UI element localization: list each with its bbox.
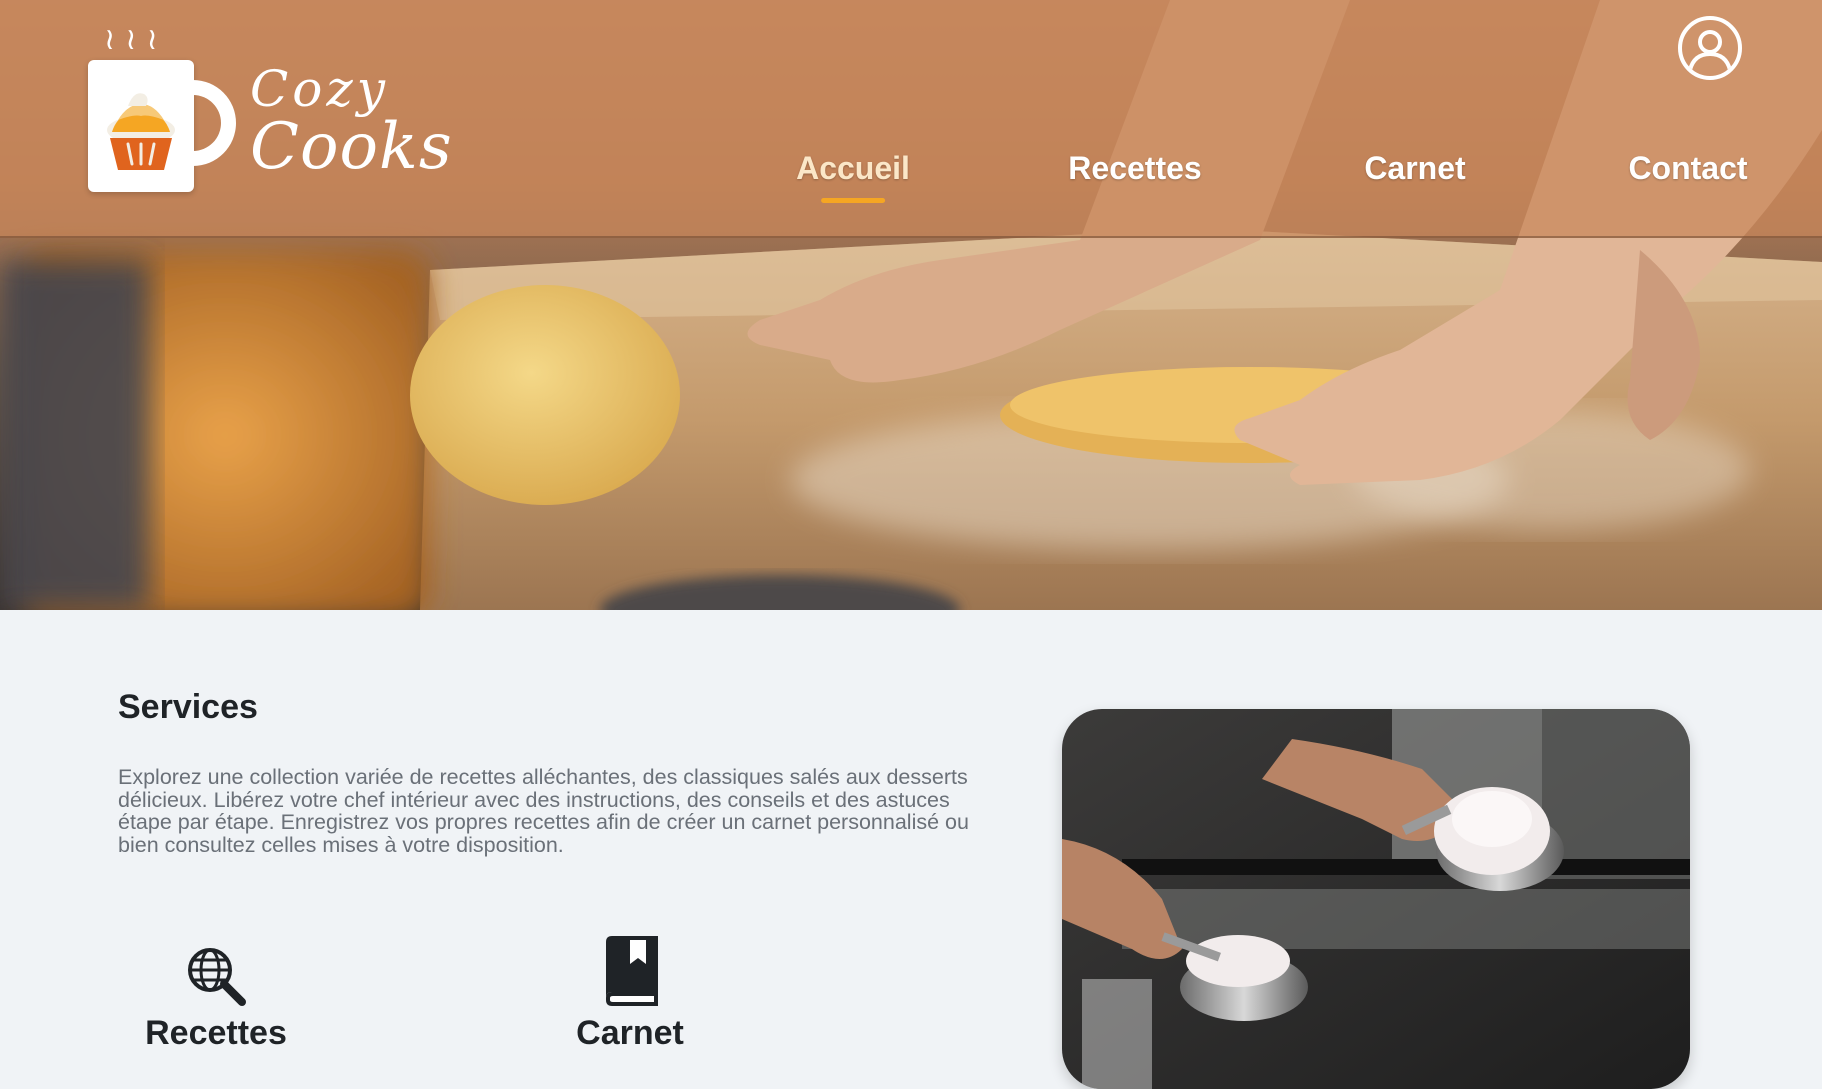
flour-measuring-photo — [1062, 709, 1690, 1089]
nav-item-label: Accueil — [796, 150, 910, 186]
steam-icon: ≀≀≀ — [104, 22, 168, 57]
globe-search-icon — [116, 940, 316, 1006]
nav-item-recettes[interactable]: Recettes — [1068, 150, 1201, 187]
service-card-recettes[interactable]: Recettes — [116, 940, 316, 1053]
service-card-label: Recettes — [145, 1014, 287, 1052]
user-circle-icon — [1688, 30, 1732, 71]
services-title: Services — [118, 688, 258, 726]
hero-banner: ≀≀≀ Cozy Cooks Accueil Recettes Carnet C… — [0, 0, 1822, 610]
nav-item-contact[interactable]: Contact — [1628, 150, 1747, 187]
user-profile-button[interactable] — [1678, 16, 1742, 80]
nav-item-accueil[interactable]: Accueil — [796, 150, 910, 203]
main-nav: Accueil Recettes Carnet Contact — [0, 150, 1822, 210]
services-description: Explorez une collection variée de recett… — [118, 765, 969, 857]
nav-item-carnet[interactable]: Carnet — [1364, 150, 1465, 187]
nav-item-label: Contact — [1628, 150, 1748, 186]
nav-item-label: Carnet — [1364, 150, 1466, 186]
active-nav-indicator — [820, 198, 885, 203]
service-card-carnet[interactable]: Carnet — [530, 936, 730, 1053]
book-icon — [530, 936, 730, 1006]
nav-item-label: Recettes — [1068, 150, 1202, 186]
service-card-label: Carnet — [576, 1014, 684, 1052]
